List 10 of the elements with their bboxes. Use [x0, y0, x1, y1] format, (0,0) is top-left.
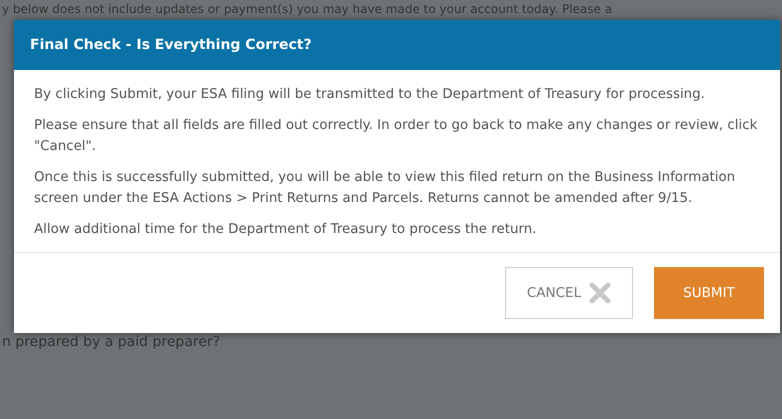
dialog-paragraph: Once this is successfully submitted, you will be able to view this filed return on the Business Information screen under the ESA Actions > Print Returns and Parcels. Returns cannot be amended after 9/15.	[34, 169, 736, 208]
dialog-title: Final Check - Is Everything Correct?	[30, 37, 312, 53]
dialog-paragraph: By clicking Submit, your ESA filing will be transmitted to the Department of Treasury for processing.	[34, 86, 706, 104]
submit-button[interactable]: SUBMIT	[654, 267, 764, 319]
cancel-button[interactable]: CANCEL	[505, 267, 633, 319]
background-text: n prepared by a paid preparer?	[1, 333, 222, 350]
dialog-paragraph: Please ensure that all fields are filled out correctly. In order to go back to make any changes or review, click "Cancel".	[34, 117, 758, 156]
dialog-paragraph: Allow additional time for the Department of Treasury to process the return.	[34, 221, 538, 239]
background-text: y below does not include updates or payment(s) you may have made to your account today. Please a	[1, 1, 614, 18]
close-icon	[589, 282, 612, 304]
